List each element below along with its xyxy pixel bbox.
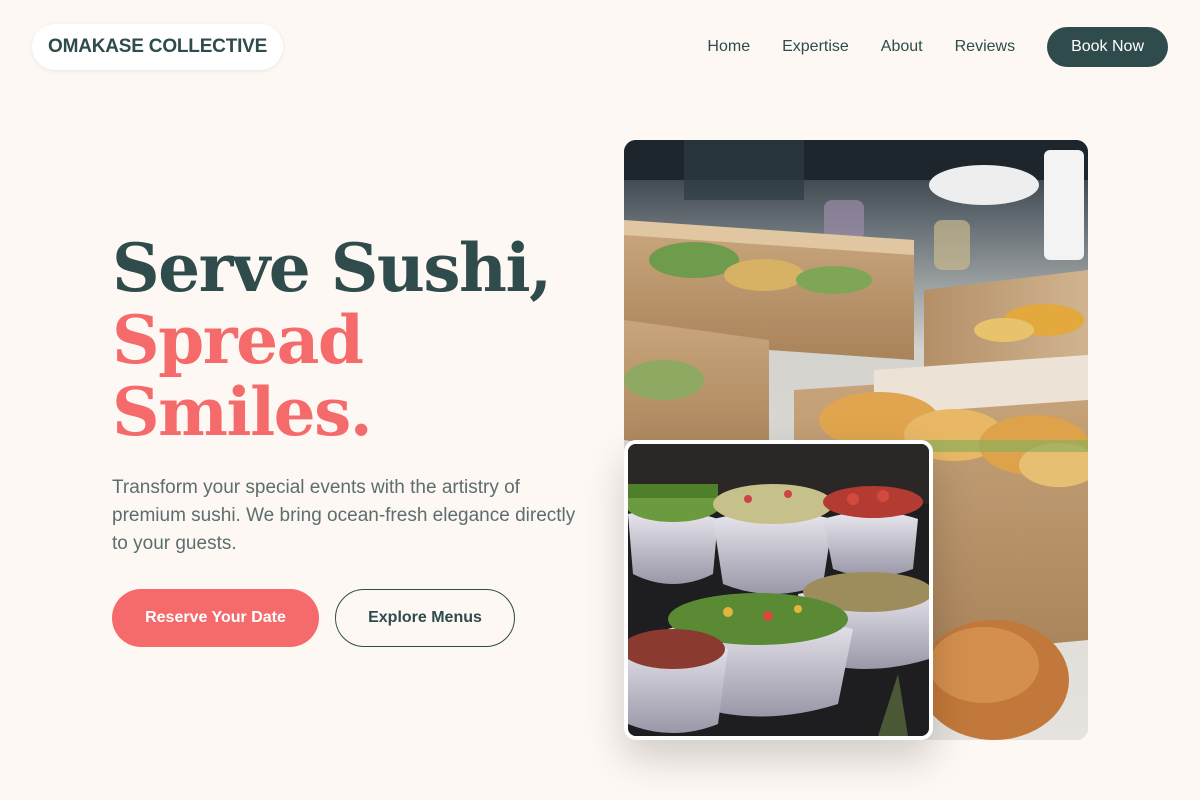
nav-reviews[interactable]: Reviews <box>955 38 1015 56</box>
reserve-date-button[interactable]: Reserve Your Date <box>112 589 319 647</box>
hero-title-line3: Smiles. <box>112 373 373 451</box>
hero-title-line1: Serve Sushi, <box>112 229 552 307</box>
salad-bowls-image <box>624 440 933 740</box>
nav-about[interactable]: About <box>881 38 923 56</box>
hero-subtitle: Transform your special events with the a… <box>112 477 576 554</box>
nav-expertise[interactable]: Expertise <box>782 38 849 56</box>
logo[interactable]: OMAKASE COLLECTIVE <box>32 24 284 70</box>
main-nav: Home Expertise About Reviews Book Now <box>707 27 1168 67</box>
explore-menus-button[interactable]: Explore Menus <box>335 589 515 647</box>
hero-title-line2: Spread <box>112 301 364 379</box>
hero-title: Serve Sushi, Spread Smiles. <box>112 229 552 451</box>
nav-home[interactable]: Home <box>707 38 750 56</box>
book-now-button[interactable]: Book Now <box>1047 27 1168 67</box>
